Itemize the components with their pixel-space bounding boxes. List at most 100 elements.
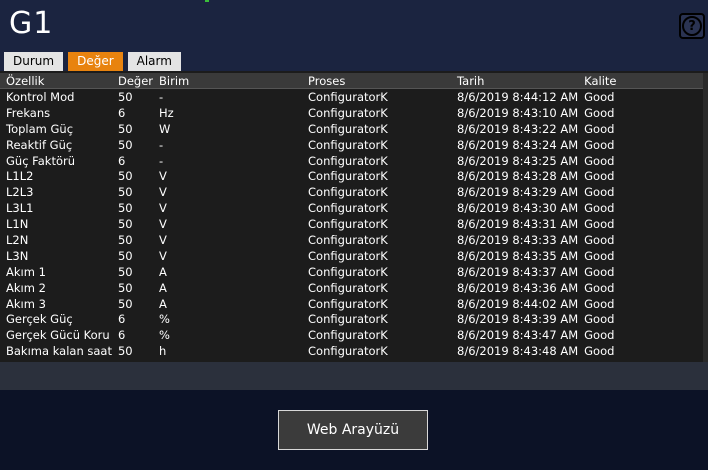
cell-kalite: Good [584,217,615,232]
table-scrollbar[interactable] [703,73,708,362]
table-row[interactable]: L1N 50 V ConfiguratorK 8/6/2019 8:43:31 AM Go… [0,216,703,232]
header-tarih[interactable]: Tarih [451,73,579,89]
cell-tarih: 8/6/2019 8:44:12 AM [457,89,579,104]
cell-proses: ConfiguratorK [308,232,388,247]
tab-deger[interactable]: Değer [68,52,123,71]
table-row[interactable]: Güç Faktörü 6 - ConfiguratorK 8/6/2019 8:43:… [0,153,703,169]
cell-deger: 50 [117,248,133,263]
cell-ozellik: Toplam Güç [6,121,74,136]
cell-kalite: Good [584,121,615,136]
tab-bar: Durum Değer Alarm [4,52,181,71]
tab-alarm[interactable]: Alarm [127,52,181,71]
table-row[interactable]: Akım 3 50 A ConfiguratorK 8/6/2019 8:44:02 A… [0,296,703,312]
cell-tarih: 8/6/2019 8:43:48 AM [457,344,579,359]
header-kalite[interactable]: Kalite [578,73,703,89]
cell-tarih: 8/6/2019 8:43:24 AM [457,137,579,152]
cell-ozellik: Güç Faktörü [6,153,76,168]
cell-tarih: 8/6/2019 8:43:29 AM [457,185,579,200]
cell-birim: V [159,248,167,263]
cell-deger: 50 [117,89,133,104]
cell-tarih: 8/6/2019 8:43:36 AM [457,280,579,295]
table-row[interactable]: L3L1 50 V ConfiguratorK 8/6/2019 8:43:30 AM G… [0,200,703,216]
cell-ozellik: L3N [6,248,29,263]
cell-deger: 50 [117,169,133,184]
cell-birim: % [159,312,170,327]
tab-durum[interactable]: Durum [4,52,64,71]
table-row[interactable]: Bakıma kalan saat 50 h ConfiguratorK 8/6/201… [0,343,703,359]
cell-proses: ConfiguratorK [308,312,388,327]
cell-birim: V [159,185,167,200]
cell-tarih: 8/6/2019 8:43:35 AM [457,248,579,263]
cell-ozellik: Gerçek Güç [6,312,73,327]
cell-tarih: 8/6/2019 8:43:30 AM [457,201,579,216]
cell-kalite: Good [584,248,615,263]
table-row[interactable]: L2L3 50 V ConfiguratorK 8/6/2019 8:43:29 AM G… [0,184,703,200]
help-icon: ? [682,16,702,36]
cell-tarih: 8/6/2019 8:43:33 AM [457,232,579,247]
cell-proses: ConfiguratorK [308,121,388,136]
cell-tarih: 8/6/2019 8:43:31 AM [457,217,579,232]
table-row[interactable]: Gerçek Güç 6% ConfiguratorK 8/6/2019 8:43:3… [0,311,703,327]
cell-kalite: Good [584,137,615,152]
cell-kalite: Good [584,344,615,359]
cell-deger: 50 [117,344,133,359]
table-row[interactable]: Toplam Güç 50 W ConfiguratorK 8/6/2019 8:43:… [0,121,703,137]
cell-proses: ConfiguratorK [308,89,388,104]
cell-ozellik: Bakıma kalan saat [6,344,112,359]
value-panel: Özellik Değer Birim Proses Tarih Kalite … [0,71,708,390]
cell-ozellik: Gerçek Gücü Koru [6,328,110,343]
table-row[interactable]: Reaktif Güç 50 - ConfiguratorK 8/6/2019 8:43… [0,137,703,153]
cell-deger: 6 [117,328,126,343]
cell-ozellik: L3L1 [6,201,34,216]
web-interface-button[interactable]: Web Arayüzü [278,410,428,450]
cell-proses: ConfiguratorK [308,105,388,120]
cell-deger: 50 [117,217,133,232]
cell-deger: 6 [117,153,126,168]
table-row[interactable]: Gerçek Gücü Koru 6% ConfiguratorK 8/6/2019 … [0,327,703,343]
cell-ozellik: Reaktif Güç [6,137,73,152]
cell-birim: A [159,296,167,311]
value-table: Özellik Değer Birim Proses Tarih Kalite … [0,73,703,359]
table-header-row: Özellik Değer Birim Proses Tarih Kalite [0,73,703,89]
cell-tarih: 8/6/2019 8:43:37 AM [457,264,579,279]
header-ozellik[interactable]: Özellik [0,73,112,89]
cell-tarih: 8/6/2019 8:43:39 AM [457,312,579,327]
cell-ozellik: Kontrol Mod [6,89,75,104]
table-row[interactable]: L1L2 50 V ConfiguratorK 8/6/2019 8:43:28 AM G… [0,168,703,184]
cell-proses: ConfiguratorK [308,296,388,311]
cell-kalite: Good [584,328,615,343]
table-row[interactable]: L2N 50 V ConfiguratorK 8/6/2019 8:43:33 AM Go… [0,232,703,248]
cell-deger: 50 [117,185,133,200]
header-proses[interactable]: Proses [302,73,452,89]
cell-kalite: Good [584,153,615,168]
header-deger[interactable]: Değer [111,73,154,89]
table-row[interactable]: Frekans 6 Hz ConfiguratorK 8/6/2019 8:43:10 … [0,105,703,121]
main-window: G1 ? Durum Değer Alarm Özellik Değer Bir… [0,0,708,470]
cell-kalite: Good [584,296,615,311]
cell-proses: ConfiguratorK [308,153,388,168]
cell-ozellik: L2L3 [6,185,34,200]
table-row[interactable]: Akım 1 50 A ConfiguratorK 8/6/2019 8:43:37 A… [0,264,703,280]
cell-tarih: 8/6/2019 8:43:22 AM [457,121,579,136]
cell-birim: - [159,153,164,168]
cell-proses: ConfiguratorK [308,328,388,343]
cell-proses: ConfiguratorK [308,264,388,279]
table-row[interactable]: L3N 50 V ConfiguratorK 8/6/2019 8:43:35 AM Go… [0,248,703,264]
table-row[interactable]: Kontrol Mod 50 - ConfiguratorK 8/6/2019 8:44… [0,89,703,105]
cell-proses: ConfiguratorK [308,201,388,216]
cell-proses: ConfiguratorK [308,248,388,263]
cell-birim: h [159,344,167,359]
cell-proses: ConfiguratorK [308,169,388,184]
cell-birim: A [159,264,167,279]
window-title: G1 [9,6,54,41]
cell-tarih: 8/6/2019 8:43:25 AM [457,153,579,168]
header-birim[interactable]: Birim [153,73,303,89]
cell-birim: - [159,89,164,104]
panel-footer [0,362,708,390]
cell-birim: % [159,328,170,343]
table-row[interactable]: Akım 2 50 A ConfiguratorK 8/6/2019 8:43:36 A… [0,280,703,296]
cell-kalite: Good [584,201,615,216]
help-button[interactable]: ? [679,13,705,39]
cell-kalite: Good [584,89,615,104]
cell-kalite: Good [584,264,615,279]
